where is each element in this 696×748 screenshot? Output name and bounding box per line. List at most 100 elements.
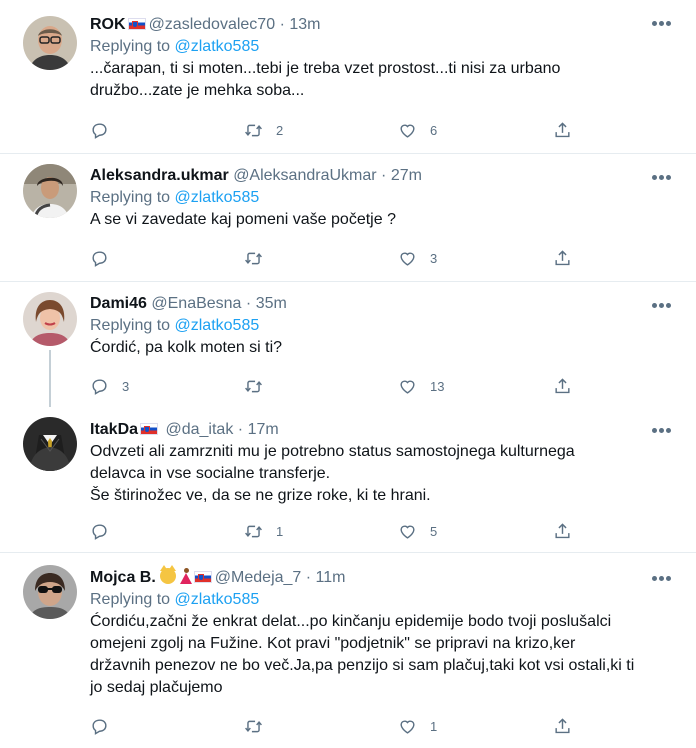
share-icon — [553, 121, 572, 140]
separator-dot: · — [279, 16, 285, 33]
cat-face-icon — [159, 565, 176, 584]
replying-to-link[interactable]: @zlatko585 — [175, 38, 260, 55]
timestamp[interactable]: 13m — [289, 16, 320, 33]
timestamp[interactable]: 35m — [256, 295, 287, 312]
tweet-header: Aleksandra.ukmar @AleksandraUkmar · 27m — [90, 165, 676, 187]
like-button[interactable]: 13 — [398, 374, 444, 398]
share-button[interactable] — [553, 714, 572, 738]
tweet[interactable]: ItakDa @da_itak · 17m Odvzeti ali zamrzn… — [0, 407, 696, 553]
retweet-icon — [244, 522, 263, 541]
like-button[interactable]: 1 — [398, 714, 437, 738]
timestamp[interactable]: 27m — [391, 167, 422, 184]
tweet[interactable]: Aleksandra.ukmar @AleksandraUkmar · 27m … — [0, 154, 696, 282]
handle[interactable]: @EnaBesna — [151, 295, 241, 312]
retweet-icon — [244, 121, 263, 140]
tweet[interactable]: ROK @zasledovalec70 · 13m Replying to @zl… — [0, 0, 696, 155]
tweet[interactable]: Mojca B. @Medeja_7 · 11m Replying to @zla… — [0, 553, 696, 748]
share-button[interactable] — [553, 246, 572, 270]
like-icon — [398, 249, 417, 268]
tweet[interactable]: Dami46 @EnaBesna · 35m Replying to @zlat… — [0, 282, 696, 407]
like-button[interactable]: 5 — [398, 519, 437, 543]
like-icon — [398, 121, 417, 140]
handle[interactable]: @Medeja_7 — [215, 569, 302, 586]
replying-to: Replying to @zlatko585 — [90, 36, 676, 58]
reply-icon — [90, 717, 109, 736]
replying-to-link[interactable]: @zlatko585 — [175, 317, 260, 334]
retweet-button[interactable]: 2 — [244, 118, 283, 142]
handle[interactable]: @AleksandraUkmar — [233, 167, 376, 184]
separator-dot: · — [305, 569, 312, 586]
replying-to: Replying to @zlatko585 — [90, 315, 676, 337]
reply-icon — [90, 249, 109, 268]
handle[interactable]: @da_itak — [165, 421, 233, 438]
reply-icon — [90, 522, 109, 541]
retweet-button[interactable] — [244, 246, 276, 270]
replying-to: Replying to @zlatko585 — [90, 589, 676, 611]
retweet-button[interactable] — [244, 714, 276, 738]
timestamp[interactable]: 17m — [248, 421, 279, 438]
reply-button[interactable] — [90, 519, 122, 543]
replying-to: Replying to @zlatko585 — [90, 187, 676, 209]
handle[interactable]: @zasledovalec70 — [149, 16, 276, 33]
reply-button[interactable] — [90, 246, 122, 270]
avatar[interactable] — [23, 16, 77, 70]
reply-button[interactable]: 3 — [90, 374, 129, 398]
replying-to-link[interactable]: @zlatko585 — [175, 591, 260, 608]
tweet-actions: 1 — [90, 714, 590, 738]
replying-prefix: Replying to — [90, 38, 175, 55]
reply-count: 3 — [122, 378, 130, 394]
retweet-icon — [244, 717, 263, 736]
replying-to-link[interactable]: @zlatko585 — [175, 189, 260, 206]
share-button[interactable] — [553, 374, 572, 398]
tweet-text: Ćordić, pa kolk moten si ti? — [90, 339, 283, 356]
reply-button[interactable] — [90, 118, 122, 142]
like-count: 13 — [430, 378, 445, 394]
retweet-button[interactable]: 1 — [244, 519, 283, 543]
tweet-header: Mojca B. @Medeja_7 · 11m — [90, 565, 676, 589]
retweet-icon — [244, 377, 263, 396]
like-count: 1 — [430, 718, 438, 734]
like-icon — [398, 377, 417, 396]
separator-dot: · — [237, 421, 244, 438]
share-button[interactable] — [553, 519, 572, 543]
separator-dot: · — [381, 167, 387, 184]
like-count: 5 — [430, 523, 438, 539]
display-name[interactable]: Aleksandra.ukmar — [90, 167, 229, 184]
share-button[interactable] — [553, 118, 572, 142]
avatar[interactable] — [23, 417, 77, 471]
replying-prefix: Replying to — [90, 591, 175, 608]
slovenia-flag-icon — [193, 571, 212, 583]
like-button[interactable]: 6 — [398, 118, 437, 142]
tweet-actions: 2 6 — [90, 118, 590, 142]
tweet-text: ...čarapan, ti si moten...tebi je treba … — [90, 60, 561, 99]
tweet-text: Odvzeti ali zamrzniti mu je potrebno sta… — [90, 443, 575, 504]
share-icon — [553, 717, 572, 736]
retweet-count: 1 — [276, 523, 284, 539]
tweet-text: Ćordiću,začni že enkrat delat...po kinča… — [90, 613, 635, 696]
avatar[interactable] — [23, 164, 77, 218]
share-icon — [553, 249, 572, 268]
tweet-actions: 1 5 — [90, 519, 590, 543]
retweet-count: 2 — [276, 122, 284, 138]
tweet-header: Dami46 @EnaBesna · 35m — [90, 293, 676, 315]
retweet-button[interactable] — [244, 374, 276, 398]
timestamp[interactable]: 11m — [316, 569, 346, 586]
like-button[interactable]: 3 — [398, 246, 437, 270]
reply-icon — [90, 121, 109, 140]
tweet-header: ROK @zasledovalec70 · 13m — [90, 14, 676, 36]
like-count: 3 — [430, 250, 438, 266]
avatar[interactable] — [23, 565, 77, 619]
like-count: 6 — [430, 122, 438, 138]
share-icon — [553, 522, 572, 541]
separator-dot: · — [245, 295, 252, 312]
display-name[interactable]: ItakDa — [90, 421, 138, 438]
tweet-header: ItakDa @da_itak · 17m — [90, 419, 676, 441]
reply-button[interactable] — [90, 714, 122, 738]
display-name[interactable]: Dami46 — [90, 295, 147, 312]
display-name[interactable]: ROK — [90, 16, 126, 33]
avatar[interactable] — [23, 292, 77, 346]
tweet-actions: 3 13 — [90, 374, 590, 398]
thread-line — [49, 350, 51, 407]
share-icon — [553, 377, 572, 396]
display-name[interactable]: Mojca B. — [90, 569, 156, 586]
